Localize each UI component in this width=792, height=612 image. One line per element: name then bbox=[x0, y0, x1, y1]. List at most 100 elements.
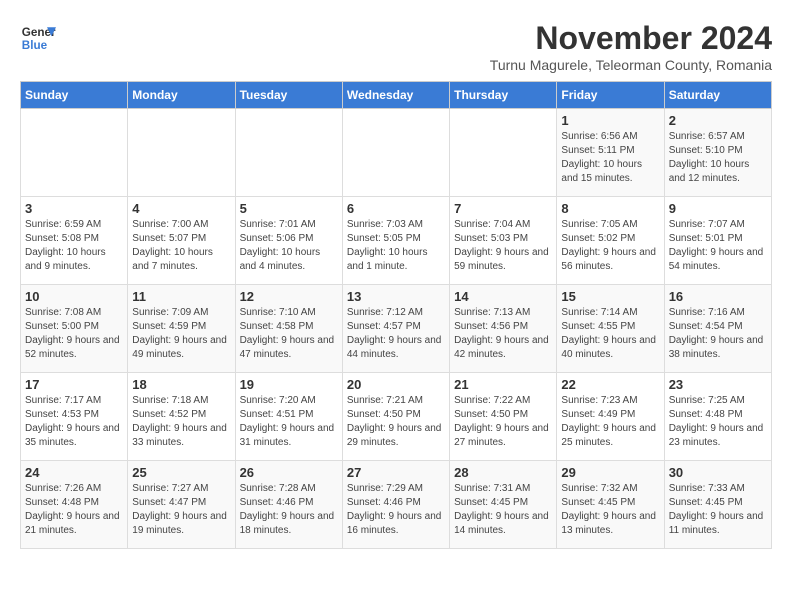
day-info: Sunrise: 7:28 AM Sunset: 4:46 PM Dayligh… bbox=[240, 482, 338, 538]
day-info: Sunrise: 7:17 AM Sunset: 4:53 PM Dayligh… bbox=[25, 394, 123, 450]
subtitle: Turnu Magurele, Teleorman County, Romani… bbox=[490, 57, 772, 73]
day-number: 2 bbox=[669, 113, 767, 128]
cell-w1-d5: 8Sunrise: 7:05 AM Sunset: 5:02 PM Daylig… bbox=[557, 197, 664, 285]
day-info: Sunrise: 7:00 AM Sunset: 5:07 PM Dayligh… bbox=[132, 218, 230, 274]
day-number: 30 bbox=[669, 465, 767, 480]
day-number: 27 bbox=[347, 465, 445, 480]
day-info: Sunrise: 7:14 AM Sunset: 4:55 PM Dayligh… bbox=[561, 306, 659, 362]
cell-w3-d5: 22Sunrise: 7:23 AM Sunset: 4:49 PM Dayli… bbox=[557, 373, 664, 461]
day-number: 12 bbox=[240, 289, 338, 304]
week-row-1: 3 Sunrise: 6:59 AM Sunset: 5:08 PM Daylig… bbox=[21, 197, 772, 285]
cell-w2-d4: 14 Sunrise: 7:13 AM Sunset: 4:56 PM Dayli… bbox=[450, 285, 557, 373]
cell-w2-d3: 13Sunrise: 7:12 AM Sunset: 4:57 PM Dayli… bbox=[342, 285, 449, 373]
day-number: 4 bbox=[132, 201, 230, 216]
title-section: November 2024 Turnu Magurele, Teleorman … bbox=[490, 20, 772, 73]
cell-w4-d0: 24 Sunrise: 7:26 AM Sunset: 4:48 PM Dayli… bbox=[21, 461, 128, 549]
day-info: Sunrise: 6:59 AM Sunset: 5:08 PM Dayligh… bbox=[25, 218, 123, 274]
header-thursday: Thursday bbox=[450, 82, 557, 109]
day-number: 1 bbox=[561, 113, 659, 128]
logo-icon: General Blue bbox=[20, 20, 56, 56]
cell-w4-d3: 27 Sunrise: 7:29 AM Sunset: 4:46 PM Dayli… bbox=[342, 461, 449, 549]
day-number: 19 bbox=[240, 377, 338, 392]
cell-w2-d1: 11 Sunrise: 7:09 AM Sunset: 4:59 PM Dayli… bbox=[128, 285, 235, 373]
cell-w0-d6: 2 Sunrise: 6:57 AM Sunset: 5:10 PM Daylig… bbox=[664, 109, 771, 197]
day-number: 10 bbox=[25, 289, 123, 304]
cell-w0-d0 bbox=[21, 109, 128, 197]
week-row-3: 17 Sunrise: 7:17 AM Sunset: 4:53 PM Dayli… bbox=[21, 373, 772, 461]
cell-w2-d2: 12Sunrise: 7:10 AM Sunset: 4:58 PM Dayli… bbox=[235, 285, 342, 373]
day-info: Sunrise: 7:04 AM Sunset: 5:03 PM Dayligh… bbox=[454, 218, 552, 274]
cell-w1-d1: 4 Sunrise: 7:00 AM Sunset: 5:07 PM Daylig… bbox=[128, 197, 235, 285]
day-info: Sunrise: 7:22 AM Sunset: 4:50 PM Dayligh… bbox=[454, 394, 552, 450]
day-number: 6 bbox=[347, 201, 445, 216]
day-number: 8 bbox=[561, 201, 659, 216]
cell-w4-d6: 30 Sunrise: 7:33 AM Sunset: 4:45 PM Dayli… bbox=[664, 461, 771, 549]
cell-w3-d0: 17 Sunrise: 7:17 AM Sunset: 4:53 PM Dayli… bbox=[21, 373, 128, 461]
header-monday: Monday bbox=[128, 82, 235, 109]
day-number: 23 bbox=[669, 377, 767, 392]
day-info: Sunrise: 7:13 AM Sunset: 4:56 PM Dayligh… bbox=[454, 306, 552, 362]
day-info: Sunrise: 7:21 AM Sunset: 4:50 PM Dayligh… bbox=[347, 394, 445, 450]
cell-w0-d3 bbox=[342, 109, 449, 197]
cell-w1-d4: 7 Sunrise: 7:04 AM Sunset: 5:03 PM Daylig… bbox=[450, 197, 557, 285]
cell-w2-d0: 10 Sunrise: 7:08 AM Sunset: 5:00 PM Dayli… bbox=[21, 285, 128, 373]
day-info: Sunrise: 7:09 AM Sunset: 4:59 PM Dayligh… bbox=[132, 306, 230, 362]
day-info: Sunrise: 7:29 AM Sunset: 4:46 PM Dayligh… bbox=[347, 482, 445, 538]
logo: General Blue bbox=[20, 20, 56, 56]
cell-w1-d6: 9 Sunrise: 7:07 AM Sunset: 5:01 PM Daylig… bbox=[664, 197, 771, 285]
cell-w3-d4: 21Sunrise: 7:22 AM Sunset: 4:50 PM Dayli… bbox=[450, 373, 557, 461]
day-info: Sunrise: 7:07 AM Sunset: 5:01 PM Dayligh… bbox=[669, 218, 767, 274]
header-row: SundayMondayTuesdayWednesdayThursdayFrid… bbox=[21, 82, 772, 109]
cell-w4-d4: 28Sunrise: 7:31 AM Sunset: 4:45 PM Dayli… bbox=[450, 461, 557, 549]
day-number: 26 bbox=[240, 465, 338, 480]
day-number: 7 bbox=[454, 201, 552, 216]
cell-w4-d1: 25 Sunrise: 7:27 AM Sunset: 4:47 PM Dayli… bbox=[128, 461, 235, 549]
week-row-0: 1 Sunrise: 6:56 AM Sunset: 5:11 PM Daylig… bbox=[21, 109, 772, 197]
day-info: Sunrise: 7:27 AM Sunset: 4:47 PM Dayligh… bbox=[132, 482, 230, 538]
header-tuesday: Tuesday bbox=[235, 82, 342, 109]
day-info: Sunrise: 7:01 AM Sunset: 5:06 PM Dayligh… bbox=[240, 218, 338, 274]
cell-w0-d1 bbox=[128, 109, 235, 197]
day-info: Sunrise: 7:03 AM Sunset: 5:05 PM Dayligh… bbox=[347, 218, 445, 274]
cell-w0-d4 bbox=[450, 109, 557, 197]
day-number: 16 bbox=[669, 289, 767, 304]
day-number: 13 bbox=[347, 289, 445, 304]
day-number: 25 bbox=[132, 465, 230, 480]
day-number: 18 bbox=[132, 377, 230, 392]
cell-w1-d3: 6 Sunrise: 7:03 AM Sunset: 5:05 PM Daylig… bbox=[342, 197, 449, 285]
cell-w3-d6: 23 Sunrise: 7:25 AM Sunset: 4:48 PM Dayli… bbox=[664, 373, 771, 461]
cell-w3-d2: 19 Sunrise: 7:20 AM Sunset: 4:51 PM Dayli… bbox=[235, 373, 342, 461]
cell-w0-d5: 1 Sunrise: 6:56 AM Sunset: 5:11 PM Daylig… bbox=[557, 109, 664, 197]
header-sunday: Sunday bbox=[21, 82, 128, 109]
cell-w2-d6: 16 Sunrise: 7:16 AM Sunset: 4:54 PM Dayli… bbox=[664, 285, 771, 373]
day-number: 15 bbox=[561, 289, 659, 304]
day-number: 3 bbox=[25, 201, 123, 216]
day-number: 14 bbox=[454, 289, 552, 304]
day-number: 5 bbox=[240, 201, 338, 216]
day-info: Sunrise: 6:56 AM Sunset: 5:11 PM Dayligh… bbox=[561, 130, 659, 186]
day-info: Sunrise: 7:18 AM Sunset: 4:52 PM Dayligh… bbox=[132, 394, 230, 450]
week-row-4: 24 Sunrise: 7:26 AM Sunset: 4:48 PM Dayli… bbox=[21, 461, 772, 549]
cell-w2-d5: 15 Sunrise: 7:14 AM Sunset: 4:55 PM Dayli… bbox=[557, 285, 664, 373]
calendar-table: SundayMondayTuesdayWednesdayThursdayFrid… bbox=[20, 81, 772, 549]
header-friday: Friday bbox=[557, 82, 664, 109]
main-title: November 2024 bbox=[490, 20, 772, 57]
day-info: Sunrise: 7:16 AM Sunset: 4:54 PM Dayligh… bbox=[669, 306, 767, 362]
day-info: Sunrise: 7:20 AM Sunset: 4:51 PM Dayligh… bbox=[240, 394, 338, 450]
day-info: Sunrise: 7:23 AM Sunset: 4:49 PM Dayligh… bbox=[561, 394, 659, 450]
day-info: Sunrise: 7:33 AM Sunset: 4:45 PM Dayligh… bbox=[669, 482, 767, 538]
cell-w3-d1: 18 Sunrise: 7:18 AM Sunset: 4:52 PM Dayli… bbox=[128, 373, 235, 461]
day-info: Sunrise: 6:57 AM Sunset: 5:10 PM Dayligh… bbox=[669, 130, 767, 186]
day-info: Sunrise: 7:26 AM Sunset: 4:48 PM Dayligh… bbox=[25, 482, 123, 538]
day-number: 28 bbox=[454, 465, 552, 480]
day-number: 20 bbox=[347, 377, 445, 392]
day-info: Sunrise: 7:25 AM Sunset: 4:48 PM Dayligh… bbox=[669, 394, 767, 450]
day-number: 17 bbox=[25, 377, 123, 392]
day-number: 9 bbox=[669, 201, 767, 216]
day-info: Sunrise: 7:08 AM Sunset: 5:00 PM Dayligh… bbox=[25, 306, 123, 362]
cell-w4-d5: 29Sunrise: 7:32 AM Sunset: 4:45 PM Dayli… bbox=[557, 461, 664, 549]
day-number: 24 bbox=[25, 465, 123, 480]
cell-w1-d2: 5 Sunrise: 7:01 AM Sunset: 5:06 PM Daylig… bbox=[235, 197, 342, 285]
cell-w1-d0: 3 Sunrise: 6:59 AM Sunset: 5:08 PM Daylig… bbox=[21, 197, 128, 285]
day-number: 11 bbox=[132, 289, 230, 304]
